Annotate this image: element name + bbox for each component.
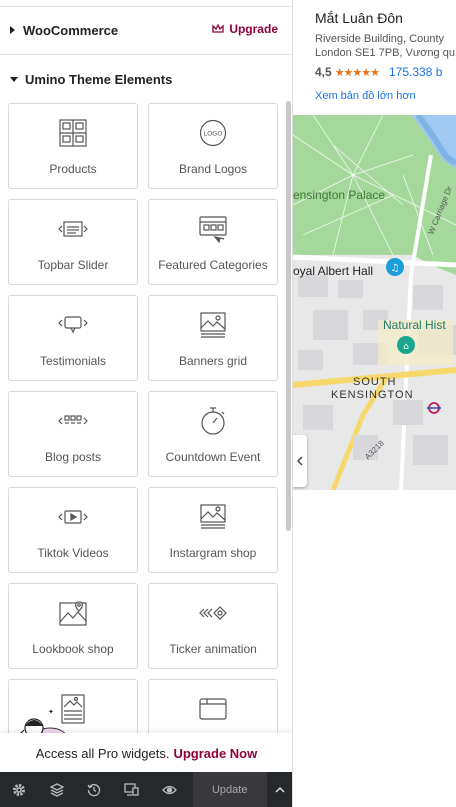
gear-icon <box>12 783 25 796</box>
upgrade-label: Upgrade <box>229 22 278 36</box>
editor-toolbar: Update <box>0 772 292 807</box>
products-grid-icon <box>59 119 87 147</box>
map-label: oyal Albert Hall <box>293 264 373 278</box>
upgrade-link[interactable]: Upgrade <box>212 22 278 36</box>
elements-panel: WooCommerce Upgrade Umino Theme Elements… <box>0 0 293 807</box>
rating-value: 4,5 <box>315 65 332 79</box>
testimonials-icon <box>58 316 88 334</box>
video-icon <box>58 510 88 524</box>
widget-blog-posts[interactable]: Blog posts <box>8 391 138 477</box>
lookbook-map-icon <box>59 601 87 626</box>
svg-text:⌂: ⌂ <box>403 342 409 352</box>
divider <box>0 6 292 7</box>
widget-label: Products <box>49 162 97 176</box>
widget-ticker-animation[interactable]: Ticker animation <box>148 583 278 669</box>
scrollbar[interactable] <box>286 101 291 531</box>
map-label: ensington Palace <box>293 188 385 202</box>
widget-label: Testimonials <box>39 354 107 368</box>
svg-text:LOGO: LOGO <box>204 131 223 138</box>
widget-topbar-slider[interactable]: Topbar Slider <box>8 199 138 285</box>
topbar-slider-icon <box>58 221 88 237</box>
upgrade-now-link[interactable]: Upgrade Now <box>173 746 257 761</box>
folder-icon <box>199 698 227 720</box>
svg-text:♫: ♫ <box>391 263 400 274</box>
map-label: SOUTH <box>353 376 397 388</box>
navigator-button[interactable] <box>38 772 76 807</box>
reviews-link[interactable]: 175.338 b <box>389 65 442 79</box>
chevron-up-icon <box>275 786 285 793</box>
save-options-button[interactable] <box>266 772 292 807</box>
stopwatch-icon <box>201 407 225 435</box>
widget-products[interactable]: Products <box>8 103 138 189</box>
widget-lookbook-shop[interactable]: Lookbook shop <box>8 583 138 669</box>
widget-banners-grid[interactable]: Banners grid <box>148 295 278 381</box>
address-line: London SE1 7PB, Vương qu <box>315 47 455 59</box>
widget-label: Banners grid <box>178 354 248 368</box>
history-icon <box>87 783 101 796</box>
eye-icon <box>162 785 178 794</box>
chevron-left-icon <box>297 456 303 466</box>
blog-posts-icon <box>58 415 88 425</box>
address-line: Riverside Building, County <box>315 33 445 45</box>
larger-map-link[interactable]: Xem bản đồ lớn hơn <box>315 90 416 102</box>
category-woocommerce[interactable]: WooCommerce Upgrade <box>0 20 292 40</box>
star-rating-icon: ★★★★★ <box>334 66 380 79</box>
pro-promo-bar: Access all Pro widgets. Upgrade Now <box>0 733 292 773</box>
promo-text: Access all Pro widgets. <box>35 745 170 761</box>
widget-featured-categories[interactable]: Featured Categories <box>148 199 278 285</box>
widget-testimonials[interactable]: Testimonials <box>8 295 138 381</box>
widget-label: Countdown Event <box>165 450 261 464</box>
instagram-shop-icon <box>200 504 226 529</box>
map-label: KENSINGTON <box>331 389 414 401</box>
map-graphic: ensington Palace oyal Albert Hall ♫ Natu… <box>293 115 456 490</box>
widget-label: Ticker animation <box>169 642 257 656</box>
place-title: Mắt Luân Đôn <box>315 10 403 26</box>
ticker-icon <box>199 606 227 620</box>
widget-label: Topbar Slider <box>37 258 109 272</box>
widget-label: Instargram shop <box>169 546 257 560</box>
widget-brand-logos[interactable]: LOGO Brand Logos <box>148 103 278 189</box>
layers-icon <box>49 782 64 797</box>
widget-label: Featured Categories <box>158 258 268 272</box>
category-umino-theme-elements[interactable]: Umino Theme Elements <box>0 69 292 89</box>
widget-label: Lookbook shop <box>32 642 114 656</box>
widget-label: Brand Logos <box>178 162 248 176</box>
widget-label: Blog posts <box>44 450 102 464</box>
brand-logo-icon: LOGO <box>199 119 227 147</box>
place-info-card: Mắt Luân Đôn Riverside Building, County … <box>293 0 456 115</box>
category-title: Umino Theme Elements <box>25 71 173 87</box>
divider <box>0 54 292 55</box>
caret-down-icon <box>10 76 18 82</box>
responsive-icon <box>124 783 140 796</box>
banners-grid-icon <box>200 312 226 338</box>
crown-icon <box>212 24 224 33</box>
widget-instargram-shop[interactable]: Instargram shop <box>148 487 278 573</box>
preview-button[interactable] <box>151 772 189 807</box>
settings-button[interactable] <box>0 772 38 807</box>
svg-text:✦: ✦ <box>48 708 54 716</box>
featured-categories-icon <box>199 216 227 243</box>
responsive-mode-button[interactable] <box>113 772 151 807</box>
map-canvas[interactable]: ensington Palace oyal Albert Hall ♫ Natu… <box>293 115 456 490</box>
widget-label: Tiktok Videos <box>37 546 109 560</box>
place-address: Riverside Building, County London SE1 7P… <box>315 32 455 60</box>
rating-row: 4,5 ★★★★★ 175.338 b <box>315 65 442 79</box>
map-embed: Mắt Luân Đôn Riverside Building, County … <box>293 0 456 807</box>
caret-right-icon <box>10 26 15 34</box>
map-label: Natural Hist <box>383 318 446 332</box>
widget-tiktok-videos[interactable]: Tiktok Videos <box>8 487 138 573</box>
widget-countdown-event[interactable]: Countdown Event <box>148 391 278 477</box>
collapse-panel-button[interactable] <box>293 435 307 487</box>
update-button[interactable]: Update <box>192 772 267 807</box>
category-title: WooCommerce <box>23 22 119 38</box>
history-button[interactable] <box>75 772 113 807</box>
